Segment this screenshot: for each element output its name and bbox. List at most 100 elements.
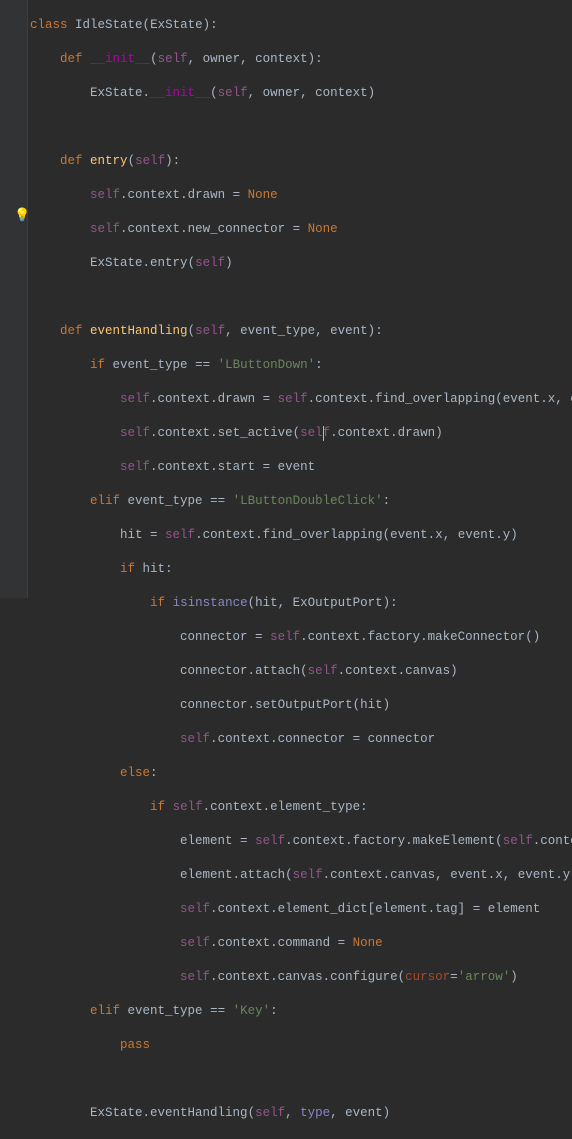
keyword-if: if <box>90 358 105 372</box>
punct: ( <box>495 834 503 848</box>
punct: . <box>180 188 188 202</box>
var: connector <box>180 698 248 712</box>
punct: = <box>255 392 278 406</box>
punct: = <box>255 460 278 474</box>
keyword-def: def <box>60 324 83 338</box>
self: self <box>180 970 210 984</box>
attr: command <box>278 936 331 950</box>
punct: ) <box>533 630 541 644</box>
punct: : <box>315 358 323 372</box>
punct: . <box>233 868 241 882</box>
attr: context <box>345 664 398 678</box>
method: setOutputPort <box>255 698 353 712</box>
attr: context <box>308 630 361 644</box>
attr: new_connector <box>188 222 286 236</box>
class-name: IdleState <box>75 18 143 32</box>
punct: ) <box>165 154 173 168</box>
punct: . <box>150 460 158 474</box>
var: event <box>458 528 496 542</box>
string: 'arrow' <box>458 970 511 984</box>
attr: tag <box>435 902 458 916</box>
gutter: 💡 <box>0 0 28 598</box>
method: set_active <box>218 426 293 440</box>
var: hit <box>255 596 278 610</box>
punct: . <box>383 868 391 882</box>
punct: . <box>143 1106 151 1120</box>
punct: , <box>225 324 240 338</box>
keyword-elif: elif <box>90 1004 120 1018</box>
classref: ExOutputPort <box>293 596 383 610</box>
method: makeConnector <box>428 630 526 644</box>
method: makeElement <box>413 834 496 848</box>
punct: ( <box>300 664 308 678</box>
punct: . <box>540 392 548 406</box>
self: self <box>278 392 308 406</box>
punct: . <box>180 222 188 236</box>
var: event_type <box>128 1004 203 1018</box>
punct: = <box>450 970 458 984</box>
var: event <box>345 1106 383 1120</box>
attr: drawn <box>188 188 226 202</box>
punct: ) <box>203 18 211 32</box>
punct: . <box>195 528 203 542</box>
punct: = <box>330 936 353 950</box>
punct: . <box>428 902 436 916</box>
punct: . <box>210 936 218 950</box>
var: event <box>450 868 488 882</box>
var: event_type <box>113 358 188 372</box>
punct: ] <box>458 902 466 916</box>
code-area[interactable]: class IdleState(ExState): def __init__(s… <box>28 0 572 1139</box>
attr: element_dict <box>278 902 368 916</box>
attr: canvas <box>405 664 450 678</box>
keyword-arg: cursor <box>405 970 450 984</box>
keyword-def: def <box>60 52 83 66</box>
param: context <box>255 52 308 66</box>
punct: . <box>338 664 346 678</box>
punct: . <box>390 426 398 440</box>
punct: = <box>225 188 248 202</box>
punct: , <box>435 868 450 882</box>
punct: ( <box>248 596 256 610</box>
punct: : <box>375 324 383 338</box>
fn-init: __init__ <box>90 52 150 66</box>
attr: context <box>128 188 181 202</box>
ref: ExState <box>90 86 143 100</box>
attr: context <box>218 732 271 746</box>
param: context <box>315 86 368 100</box>
punct: . <box>330 426 338 440</box>
keyword-class: class <box>30 18 68 32</box>
method: find_overlapping <box>375 392 495 406</box>
punct: == <box>188 358 218 372</box>
punct: . <box>143 256 151 270</box>
punct: . <box>248 664 256 678</box>
base-class: ExState <box>150 18 203 32</box>
attr: canvas <box>390 868 435 882</box>
keyword-if: if <box>120 562 135 576</box>
fn-eventhandling: eventHandling <box>90 324 188 338</box>
var: element <box>488 902 541 916</box>
none: None <box>308 222 338 236</box>
punct: . <box>270 902 278 916</box>
punct: : <box>360 800 368 814</box>
attr: context <box>158 426 211 440</box>
punct: . <box>285 834 293 848</box>
param: event <box>330 324 368 338</box>
punct: , <box>278 596 293 610</box>
self: self <box>173 800 203 814</box>
self: self <box>293 868 323 882</box>
punct: . <box>308 392 316 406</box>
punct: ( <box>285 868 293 882</box>
punct: . <box>143 86 151 100</box>
punct: = <box>465 902 488 916</box>
text-caret <box>323 426 324 441</box>
var: element <box>180 868 233 882</box>
fn-entry: entry <box>90 154 128 168</box>
attr: factory <box>353 834 406 848</box>
punct: , <box>315 324 330 338</box>
punct: . <box>398 664 406 678</box>
attr: start <box>218 460 256 474</box>
builtin: type <box>300 1106 330 1120</box>
punct: ) <box>383 596 391 610</box>
var: event <box>518 868 556 882</box>
var: element <box>375 902 428 916</box>
